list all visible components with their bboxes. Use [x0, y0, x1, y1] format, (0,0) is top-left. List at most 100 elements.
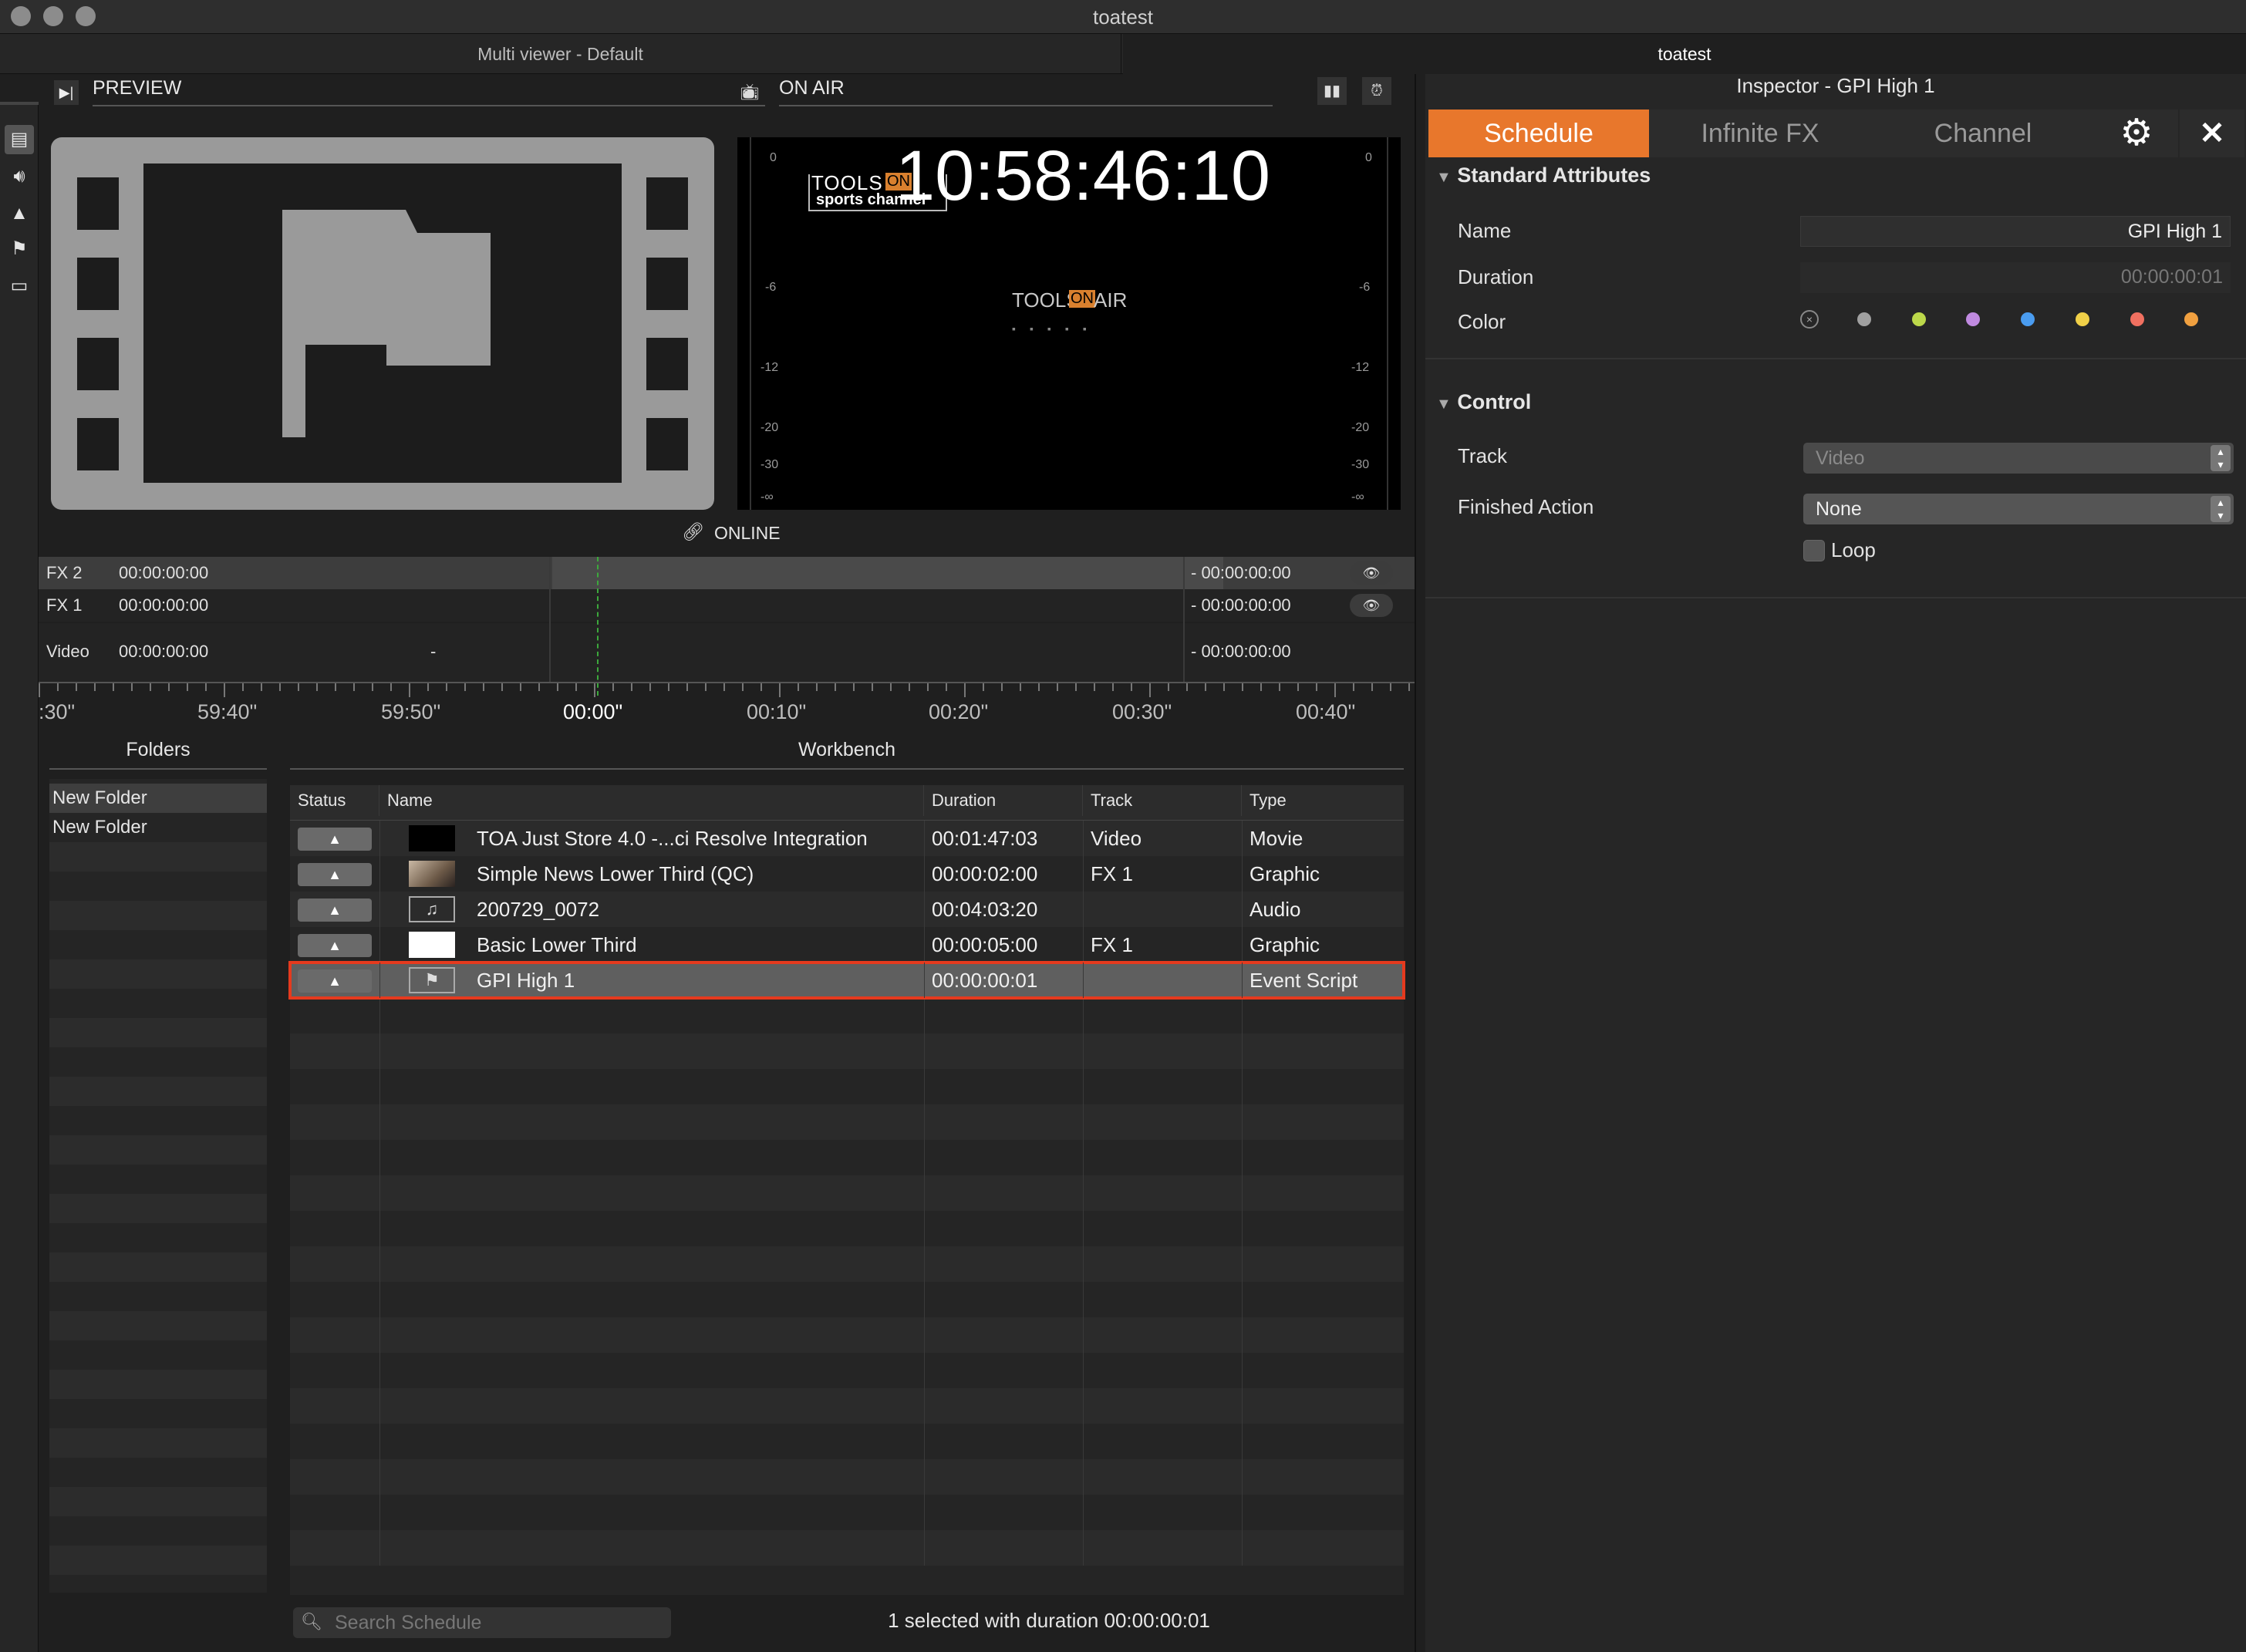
- column-header-name[interactable]: Name: [379, 785, 924, 816]
- status-button[interactable]: ▲: [298, 969, 372, 993]
- close-icon[interactable]: ✕: [2180, 110, 2244, 157]
- table-row[interactable]: [290, 1211, 1404, 1246]
- table-row[interactable]: [290, 1495, 1404, 1530]
- color-swatch-green[interactable]: [1912, 312, 1926, 326]
- tab-multi-viewer[interactable]: Multi viewer - Default: [0, 34, 1121, 74]
- table-row[interactable]: [290, 1175, 1404, 1211]
- cell-track: [1083, 963, 1242, 998]
- audio-levels-button[interactable]: ▮▮: [1317, 77, 1347, 105]
- ruler-tick: [261, 683, 262, 691]
- status-button[interactable]: ▲: [298, 934, 372, 957]
- name-field[interactable]: GPI High 1: [1800, 216, 2231, 247]
- status-button[interactable]: ▲: [298, 898, 372, 922]
- ruler-tick: [1242, 683, 1243, 691]
- column-header-type[interactable]: Type: [1242, 785, 1404, 816]
- table-row[interactable]: [290, 1424, 1404, 1459]
- standard-attributes-header[interactable]: ▼ Standard Attributes: [1436, 164, 1651, 187]
- track-lane[interactable]: [552, 557, 1223, 589]
- table-row[interactable]: [290, 1140, 1404, 1175]
- tab-schedule[interactable]: Schedule: [1428, 110, 1649, 157]
- table-row[interactable]: [290, 1246, 1404, 1282]
- timeline-row-fx2[interactable]: FX 2 00:00:00:00 - 00:00:00:00 👁︎: [39, 557, 1415, 589]
- tab-channel[interactable]: Channel: [1871, 110, 2095, 157]
- playhead[interactable]: [597, 557, 599, 696]
- table-row[interactable]: ▲ ⚑ GPI High 1 00:00:00:01 Event Script: [288, 961, 1405, 1000]
- film-perforation: [646, 418, 688, 470]
- workbench-table: Status Name Duration Track Type ▲ TOA Jus…: [288, 785, 1405, 1595]
- eye-icon[interactable]: 👁︎: [1350, 561, 1393, 585]
- disclosure-triangle-icon[interactable]: ▼: [1436, 396, 1452, 413]
- table-row[interactable]: [290, 1104, 1404, 1140]
- play-to-end-icon[interactable]: ▶︎|: [54, 80, 79, 105]
- film-strip-icon[interactable]: ▤: [5, 125, 34, 154]
- tab-infinite-fx[interactable]: Infinite FX: [1649, 110, 1871, 157]
- folders-list[interactable]: New Folder New Folder: [49, 779, 267, 1593]
- logo-dots: ▪▪▪▪▪: [1012, 322, 1101, 335]
- column-separator: [379, 1353, 380, 1388]
- table-row[interactable]: ▲ Simple News Lower Third (QC) 00:00:02:00…: [290, 856, 1404, 892]
- color-swatch-yellow[interactable]: [2076, 312, 2089, 326]
- folder-empty-row: [49, 959, 267, 989]
- folder-item[interactable]: New Folder: [49, 784, 267, 813]
- eye-icon[interactable]: 👁︎: [1350, 594, 1393, 617]
- color-swatch-orange[interactable]: [2184, 312, 2198, 326]
- timeline-ruler[interactable]: :30" 59:40" 59:50" 00:00" 00:10" 00:20" …: [39, 682, 1415, 736]
- column-header-duration[interactable]: Duration: [924, 785, 1083, 816]
- duration-field[interactable]: 00:00:00:01: [1800, 262, 2231, 293]
- column-separator: [1083, 1424, 1084, 1459]
- ruler-tick: [612, 683, 614, 691]
- column-header-track[interactable]: Track: [1083, 785, 1242, 816]
- timeline-row-fx1[interactable]: FX 1 00:00:00:00 - 00:00:00:00 👁︎: [39, 589, 1415, 622]
- column-separator: [1083, 1353, 1084, 1388]
- clock-button[interactable]: ⏰︎: [1362, 77, 1391, 105]
- status-button[interactable]: ▲: [298, 863, 372, 886]
- disclosure-triangle-icon[interactable]: ▼: [1436, 169, 1452, 186]
- table-row[interactable]: ▲ Basic Lower Third 00:00:05:00 FX 1 Graphic: [290, 927, 1404, 963]
- tab-toatest[interactable]: toatest: [1123, 34, 2246, 74]
- search-field[interactable]: 🔍︎ Search Schedule: [293, 1607, 671, 1638]
- column-separator: [379, 856, 380, 892]
- column-separator: [924, 1317, 925, 1353]
- finished-action-popup[interactable]: None ▴ ▾: [1803, 494, 2234, 524]
- table-row[interactable]: [290, 1459, 1404, 1495]
- meter-label: -20: [1351, 421, 1370, 434]
- table-row[interactable]: [290, 1317, 1404, 1353]
- flag-icon[interactable]: ⚑: [5, 234, 34, 264]
- onair-header: 📺︎ ON AIR ▮▮ ⏰︎: [737, 77, 1415, 108]
- mountain-icon[interactable]: ▲: [5, 199, 34, 228]
- color-swatch-blue[interactable]: [2021, 312, 2035, 326]
- loop-checkbox[interactable]: [1803, 540, 1825, 561]
- status-button[interactable]: ▲: [298, 828, 372, 851]
- ruler-tick: [631, 683, 632, 691]
- track-popup[interactable]: Video ▴ ▾: [1803, 443, 2234, 474]
- table-row[interactable]: [290, 998, 1404, 1033]
- gear-icon[interactable]: ⚙: [2095, 110, 2178, 157]
- column-separator: [379, 1530, 380, 1566]
- table-row[interactable]: [290, 1530, 1404, 1566]
- table-row[interactable]: [290, 1033, 1404, 1069]
- color-swatch-gray[interactable]: [1857, 312, 1871, 326]
- film-perforation: [77, 258, 119, 310]
- table-row[interactable]: [290, 1353, 1404, 1388]
- sidebar-divider: [0, 102, 39, 105]
- table-row[interactable]: [290, 1282, 1404, 1317]
- no-color-swatch[interactable]: ×: [1800, 310, 1819, 329]
- image-thumbnail: [409, 861, 455, 887]
- control-header[interactable]: ▼ Control: [1436, 390, 1531, 414]
- column-header-status[interactable]: Status: [290, 785, 379, 816]
- timeline-row-video[interactable]: Video 00:00:00:00 - - 00:00:00:00: [39, 623, 1415, 682]
- table-row[interactable]: [290, 1388, 1404, 1424]
- table-row[interactable]: ▲ ♫ 200729_0072 00:04:03:20 Audio: [290, 892, 1404, 927]
- table-row[interactable]: [290, 1069, 1404, 1104]
- color-swatch-purple[interactable]: [1966, 312, 1980, 326]
- ruler-baseline: [39, 682, 1415, 683]
- color-swatch-red[interactable]: [2130, 312, 2144, 326]
- folder-item[interactable]: New Folder: [49, 813, 267, 842]
- cell-type: Graphic: [1249, 933, 1320, 956]
- ruler-tick: [1371, 683, 1373, 691]
- ruler-label: :30": [39, 700, 76, 723]
- folder-empty-row: [49, 1370, 267, 1399]
- table-row[interactable]: ▲ TOA Just Store 4.0 -...ci Resolve Integ…: [290, 821, 1404, 856]
- speaker-icon[interactable]: 🔊︎: [5, 162, 34, 191]
- window-icon[interactable]: ▭: [5, 271, 34, 301]
